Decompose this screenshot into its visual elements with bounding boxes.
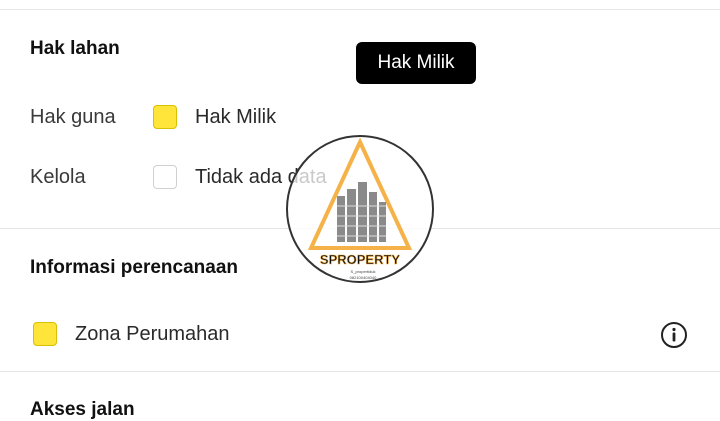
planning-title: Informasi perencanaan — [30, 257, 239, 278]
watermark-brand: SPROPERTY — [320, 252, 401, 267]
section-divider — [0, 371, 720, 372]
watermark-handle: S_propertiduk — [351, 269, 376, 274]
tooltip: Hak Milik — [356, 42, 476, 84]
kelola-checkbox[interactable] — [153, 165, 177, 189]
land-rights-title: Hak lahan — [30, 38, 120, 59]
road-access-title: Akses jalan — [30, 399, 135, 420]
watermark-phone: 082100404040 — [350, 275, 377, 280]
hak-guna-label: Hak guna — [30, 106, 116, 128]
sproperty-watermark-logo: SPROPERTY S_propertiduk 082100404040 — [285, 134, 435, 284]
tooltip-text: Hak Milik — [377, 52, 455, 73]
top-section-edge — [0, 0, 720, 10]
hak-guna-value: Hak Milik — [195, 106, 277, 128]
zona-perumahan-label: Zona Perumahan — [75, 323, 230, 345]
zona-perumahan-swatch — [33, 322, 57, 346]
hak-milik-checkbox[interactable] — [153, 105, 177, 129]
info-circle-icon[interactable] — [660, 321, 688, 349]
kelola-label: Kelola — [30, 166, 86, 188]
